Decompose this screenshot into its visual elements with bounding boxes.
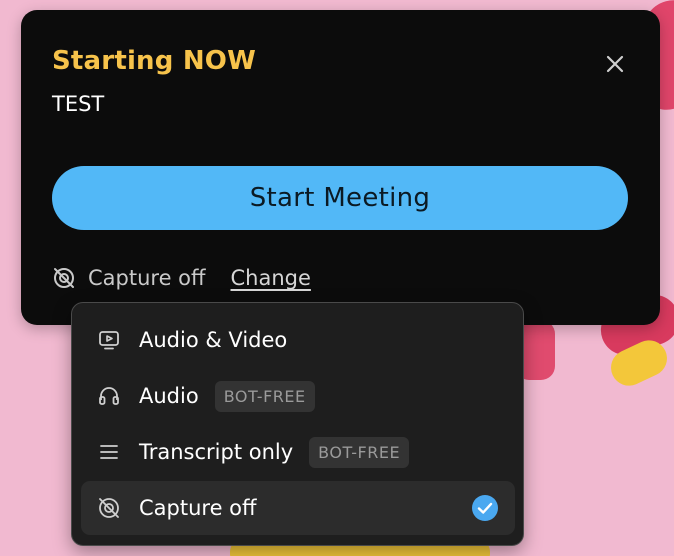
- menu-item-label: Audio: [139, 384, 199, 408]
- menu-item-label: Transcript only: [139, 440, 294, 464]
- menu-item-capture-off[interactable]: Capture off: [81, 481, 515, 535]
- capture-status-row: Capture off Change: [52, 264, 311, 292]
- meeting-name: TEST: [52, 92, 105, 116]
- close-button[interactable]: [601, 50, 629, 78]
- meeting-start-card: Starting NOW TEST Start Meeting Capture …: [21, 10, 660, 325]
- card-title: Starting NOW: [52, 46, 256, 76]
- menu-item-label: Capture off: [139, 496, 257, 520]
- capture-off-icon: [52, 266, 76, 290]
- capture-mode-menu: Audio & Video Audio BOT-FREE Transcript …: [71, 302, 524, 546]
- bot-free-badge: BOT-FREE: [309, 436, 410, 468]
- video-screen-icon: [97, 328, 121, 352]
- menu-item-transcript-only[interactable]: Transcript only BOT-FREE: [81, 425, 515, 479]
- start-meeting-button[interactable]: Start Meeting: [52, 166, 628, 230]
- change-capture-link[interactable]: Change: [231, 266, 311, 290]
- bot-free-badge: BOT-FREE: [214, 380, 315, 412]
- checkmark-icon: [471, 494, 499, 522]
- menu-item-audio[interactable]: Audio BOT-FREE: [81, 369, 515, 423]
- lines-icon: [97, 440, 121, 464]
- capture-off-icon: [97, 496, 121, 520]
- menu-item-label: Audio & Video: [139, 328, 288, 352]
- capture-status-label: Capture off: [88, 266, 206, 290]
- close-icon: [606, 55, 624, 73]
- menu-item-audio-video[interactable]: Audio & Video: [81, 313, 515, 367]
- headphones-icon: [97, 384, 121, 408]
